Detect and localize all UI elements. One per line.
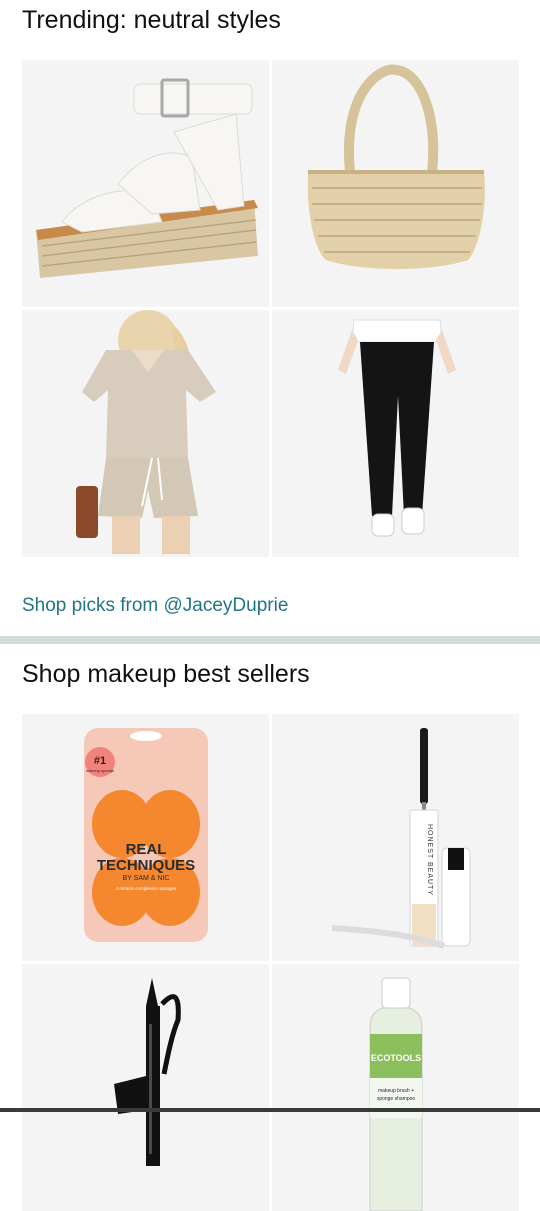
product-tile-brush-shampoo[interactable]: ECOTOOLS makeup brush + sponge shampoo <box>272 964 519 1211</box>
product-tile-mascara[interactable]: HONEST BEAUTY <box>272 714 519 961</box>
svg-text:BY SAM & NIC: BY SAM & NIC <box>123 875 170 882</box>
svg-text:makeup sponge: makeup sponge <box>86 768 115 773</box>
mascara-image: HONEST BEAUTY <box>331 728 471 949</box>
svg-text:4 miracle complexion sponges: 4 miracle complexion sponges <box>116 886 177 891</box>
makeup-card-title: Shop makeup best sellers <box>22 660 310 688</box>
makeup-card: Shop makeup best sellers #1 makeup spong… <box>0 644 540 1211</box>
svg-text:#1: #1 <box>94 755 106 767</box>
product-tile-sandals[interactable] <box>22 60 269 307</box>
makeup-sponges-image: #1 makeup sponge REAL TECHNIQUES BY SAM … <box>84 728 208 942</box>
trending-card-title: Trending: neutral styles <box>22 6 281 34</box>
card-divider <box>0 636 540 644</box>
svg-text:HONEST BEAUTY: HONEST BEAUTY <box>426 824 433 896</box>
leggings-image <box>338 319 456 537</box>
makeup-grid: #1 makeup sponge REAL TECHNIQUES BY SAM … <box>22 714 519 1211</box>
product-tile-eyeliner[interactable] <box>22 964 269 1211</box>
svg-text:ECOTOOLS: ECOTOOLS <box>371 1053 421 1063</box>
product-tile-shorts-set[interactable] <box>22 310 269 557</box>
eyeliner-image <box>114 978 181 1166</box>
shop-picks-link[interactable]: Shop picks from @JaceyDuprie <box>22 595 288 617</box>
trending-card: Trending: neutral styles Shop picks from… <box>0 0 540 636</box>
product-tile-makeup-sponges[interactable]: #1 makeup sponge REAL TECHNIQUES BY SAM … <box>22 714 269 961</box>
svg-text:REAL: REAL <box>126 841 167 858</box>
product-tile-straw-bag[interactable] <box>272 60 519 307</box>
product-tile-leggings[interactable] <box>272 310 519 557</box>
shorts-set-image <box>76 310 216 554</box>
svg-text:sponge shampoo: sponge shampoo <box>377 1096 416 1102</box>
straw-bag-image <box>307 64 485 269</box>
trending-grid <box>22 60 519 557</box>
svg-text:makeup brush +: makeup brush + <box>378 1088 414 1094</box>
brush-shampoo-image: ECOTOOLS makeup brush + sponge shampoo <box>369 977 423 1211</box>
bottom-border <box>0 1108 540 1112</box>
svg-text:TECHNIQUES: TECHNIQUES <box>97 857 195 874</box>
sandals-image <box>36 78 258 278</box>
